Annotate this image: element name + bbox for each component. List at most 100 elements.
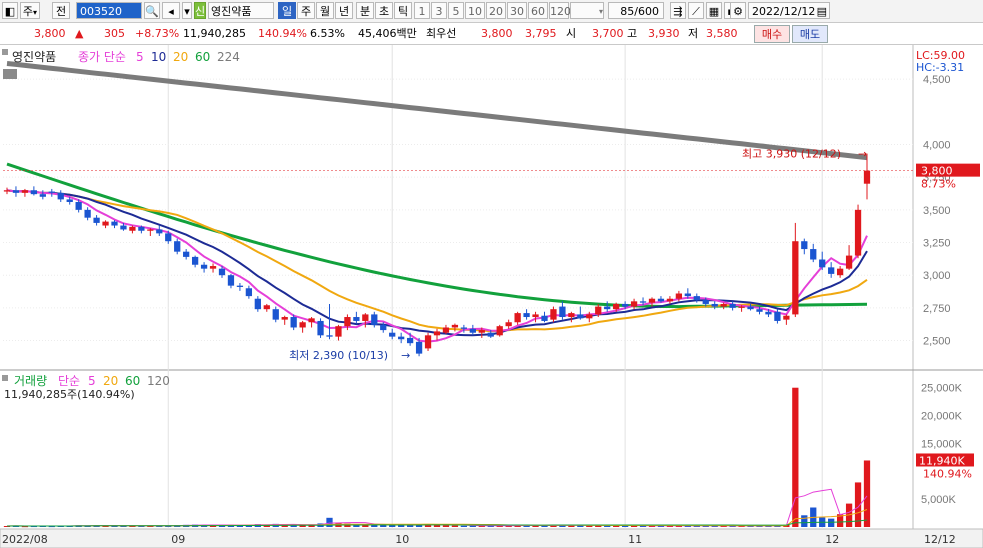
candle-body <box>559 306 566 318</box>
chart-background <box>0 45 983 548</box>
price-tick-label: 2,500 <box>923 336 951 348</box>
stock-code-input[interactable]: 003520 <box>76 2 142 19</box>
candle-body <box>630 301 638 307</box>
open-price: 3,700 <box>592 27 624 40</box>
interval-120[interactable]: 120 <box>549 2 571 19</box>
candle-body <box>604 306 611 310</box>
calendar-icon[interactable]: ▤ <box>817 3 827 20</box>
custom-interval-select[interactable]: ▾ <box>570 2 604 19</box>
table-icon <box>3 69 17 79</box>
candle-body <box>621 303 629 307</box>
interval-10[interactable]: 10 <box>465 2 485 19</box>
grid-icon[interactable]: ▦ <box>706 2 722 19</box>
date-field[interactable]: 2022/12/12 ▤ <box>748 2 830 19</box>
candle-body <box>568 313 575 318</box>
arrow-right-icon: → <box>401 349 410 362</box>
candle-body <box>129 226 136 231</box>
tab-weekly[interactable]: 주 <box>297 2 315 19</box>
stock-chart[interactable]: 4,5004,0003,7503,5003,2503,0002,7502,500… <box>0 45 983 548</box>
stock-name: 영진약품 <box>208 2 274 19</box>
x-axis-label: 10 <box>395 533 409 546</box>
candle-body <box>424 335 432 349</box>
candle-body <box>353 317 360 321</box>
prev-button[interactable]: 전 <box>52 2 70 19</box>
candle-body <box>21 190 29 193</box>
buy-button[interactable]: 매수 <box>754 25 790 43</box>
low-price: 3,580 <box>706 27 738 40</box>
candle-body <box>586 314 593 319</box>
candle-body <box>326 335 333 337</box>
chart-window-icon[interactable]: ◧ <box>2 2 18 19</box>
market-select[interactable]: 주▾ <box>20 2 40 19</box>
turnover: 6.53% <box>310 27 345 40</box>
arrow-right-icon: → <box>858 148 867 161</box>
candle-body <box>281 317 288 320</box>
candle-body <box>747 306 754 310</box>
trade-amount: 45,406백만 <box>358 27 417 40</box>
candle-body <box>541 315 548 321</box>
tab-tick[interactable]: 틱 <box>394 2 412 19</box>
interval-30[interactable]: 30 <box>507 2 527 19</box>
tab-second[interactable]: 초 <box>375 2 393 19</box>
candle-body <box>514 313 521 323</box>
candle-body <box>84 209 91 218</box>
high-price: 3,930 <box>648 27 680 40</box>
gear-icon[interactable]: ⚙ <box>730 2 746 19</box>
price-panel-stock-label: 영진약품 <box>12 49 56 64</box>
volume-bar <box>801 515 808 527</box>
chevron-down-icon: ▾ <box>598 7 603 16</box>
interval-3[interactable]: 3 <box>431 2 447 19</box>
candle-body <box>765 311 772 315</box>
candle-body <box>389 332 396 337</box>
dropdown-icon[interactable]: ▾ <box>182 2 192 19</box>
speaker-icon[interactable]: ◂ <box>162 2 180 19</box>
interval-20[interactable]: 20 <box>486 2 506 19</box>
date-value: 2022/12/12 <box>752 5 816 18</box>
candle-body <box>415 341 423 354</box>
sell-button[interactable]: 매도 <box>792 25 828 43</box>
candle-body <box>335 326 342 337</box>
candle-body <box>433 331 441 336</box>
candle-body <box>675 293 683 299</box>
volume-bar <box>442 525 450 527</box>
candle-body <box>93 217 100 223</box>
interval-5[interactable]: 5 <box>448 2 464 19</box>
candle-body <box>147 229 154 231</box>
candle-body <box>272 309 279 320</box>
candle-body <box>227 275 235 286</box>
candle-body <box>836 268 844 276</box>
volume-bar <box>828 518 835 527</box>
volume-legend-item: 20 <box>103 374 118 388</box>
candle-body <box>729 303 736 308</box>
candle-body <box>236 285 244 287</box>
new-stock-badge: 신 <box>194 2 206 19</box>
x-axis-label: 2022/08 <box>2 533 48 546</box>
candle-body <box>648 298 656 303</box>
current-pct-label: 8.73% <box>921 178 956 191</box>
candle-body <box>111 221 118 226</box>
tab-yearly[interactable]: 년 <box>335 2 353 19</box>
price-tick-label: 3,500 <box>923 205 951 217</box>
interval-60[interactable]: 60 <box>528 2 548 19</box>
candle-body <box>792 241 799 315</box>
candle-body <box>218 268 226 276</box>
tab-minute[interactable]: 분 <box>356 2 374 19</box>
candle-body <box>183 251 190 257</box>
price-tick-label: 3,000 <box>923 270 951 282</box>
candle-body <box>487 332 494 337</box>
tab-monthly[interactable]: 월 <box>316 2 334 19</box>
price-legend-item: 5 <box>136 50 144 64</box>
search-icon[interactable]: 🔍 <box>144 2 160 19</box>
candle-body <box>380 324 387 331</box>
chart-type-icon[interactable]: ⇶ <box>670 2 686 19</box>
price-tick-label: 3,250 <box>923 238 951 250</box>
candle-body <box>209 266 217 269</box>
indicator-icon[interactable]: ⟋ <box>688 2 704 19</box>
candle-body <box>66 199 73 203</box>
candle-body <box>102 221 109 226</box>
tab-daily[interactable]: 일 <box>278 2 296 19</box>
count-input[interactable]: 85/600 <box>608 2 664 19</box>
candle-body <box>738 306 745 308</box>
interval-1[interactable]: 1 <box>414 2 430 19</box>
volume-tick-label: 25,000K <box>921 383 963 395</box>
